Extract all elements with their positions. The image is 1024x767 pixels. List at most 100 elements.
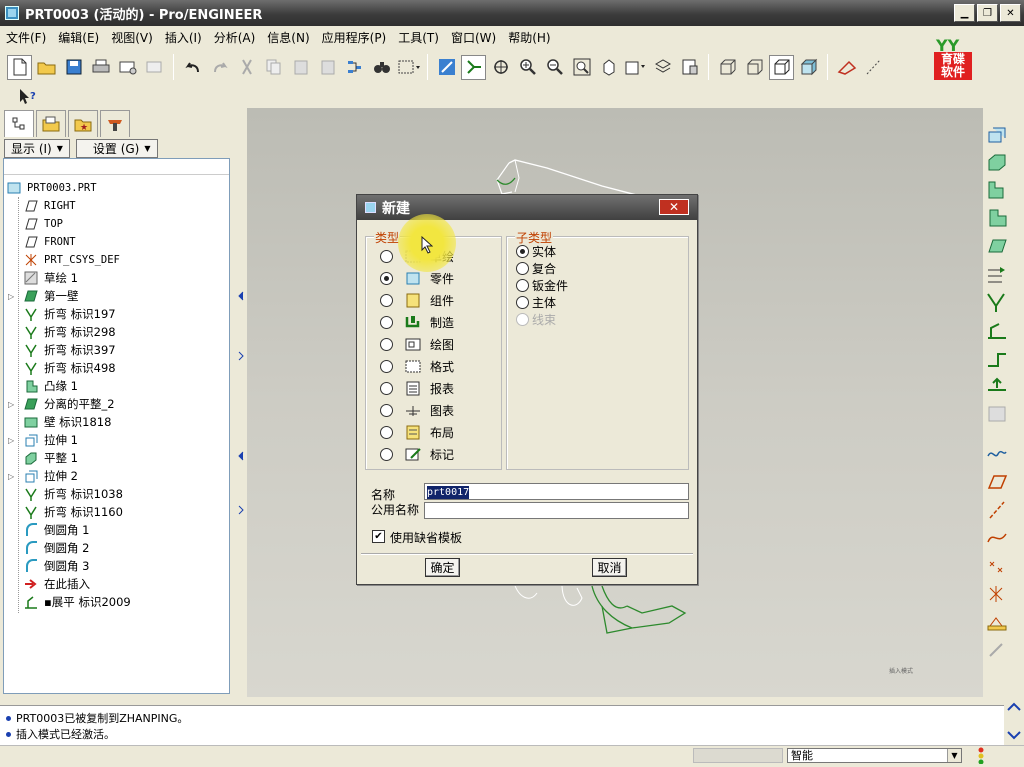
type-radio[interactable]: [380, 293, 393, 307]
type-radio[interactable]: [380, 271, 393, 285]
print-icon[interactable]: [88, 55, 113, 80]
subtype-option[interactable]: 实体: [516, 243, 556, 260]
expand-icon[interactable]: ▷: [8, 472, 14, 481]
close-button[interactable]: ✕: [1000, 4, 1021, 22]
bend-back-tool-icon[interactable]: [986, 348, 1010, 370]
name-field[interactable]: prt0017: [424, 483, 689, 500]
tree-item[interactable]: FRONT: [4, 233, 229, 251]
type-radio[interactable]: [380, 403, 393, 417]
expand-icon[interactable]: ▷: [8, 400, 14, 409]
message-scrollbar[interactable]: [1004, 700, 1024, 745]
menu-analysis[interactable]: 分析(A): [208, 29, 262, 46]
flange-tool-icon[interactable]: [986, 208, 1010, 230]
zoom-out-icon[interactable]: [542, 55, 567, 80]
sketch-toggle-icon[interactable]: [434, 55, 459, 80]
refit-icon[interactable]: [569, 55, 594, 80]
sketched-curve-icon[interactable]: [986, 444, 1010, 466]
tree-root-item[interactable]: PRT0003.PRT: [4, 179, 229, 197]
tree-item[interactable]: 草绘 1: [4, 269, 229, 287]
datum-point-icon[interactable]: [986, 556, 1010, 578]
open-folder-icon[interactable]: [34, 55, 59, 80]
tree-item[interactable]: ▷ 分离的平整_2: [4, 395, 229, 413]
tree-item[interactable]: ▷ 第一壁: [4, 287, 229, 305]
minimize-button[interactable]: ▁: [954, 4, 975, 22]
menu-applications[interactable]: 应用程序(P): [316, 29, 393, 46]
dialog-title-bar[interactable]: 新建 ✕: [357, 195, 697, 220]
menu-help[interactable]: 帮助(H): [502, 29, 556, 46]
favorites-tab[interactable]: ★: [68, 110, 98, 137]
type-option[interactable]: 标记: [380, 443, 454, 465]
subtype-radio[interactable]: [516, 245, 529, 258]
menu-info[interactable]: 信息(N): [261, 29, 315, 46]
unbend-tool-icon[interactable]: [986, 320, 1010, 342]
menu-insert[interactable]: 插入(I): [159, 29, 208, 46]
tree-item[interactable]: 折弯 标识1038: [4, 485, 229, 503]
show-dropdown[interactable]: 显示 (I) ▼: [4, 139, 70, 158]
expand-icon[interactable]: ▷: [8, 436, 14, 445]
use-default-template-checkbox[interactable]: ✔: [372, 530, 385, 543]
tree-item[interactable]: 折弯 标识498: [4, 359, 229, 377]
context-help-icon[interactable]: ?: [15, 84, 40, 109]
expand-icon[interactable]: ▷: [8, 292, 14, 301]
menu-window[interactable]: 窗口(W): [445, 29, 502, 46]
tree-item[interactable]: TOP: [4, 215, 229, 233]
tree-item[interactable]: 壁 标识1818: [4, 413, 229, 431]
tree-item[interactable]: ▪展平 标识2009: [4, 593, 229, 611]
tree-filter-field[interactable]: [4, 159, 229, 175]
ok-button[interactable]: 确定: [425, 558, 460, 577]
selection-filter-dropdown[interactable]: 智能 ▼: [787, 748, 962, 763]
type-radio[interactable]: [380, 249, 393, 263]
model-tree[interactable]: PRT0003.PRT RIGHT TOP FRONT PRT_CSYS_DEF 草绘 1…: [3, 158, 230, 694]
tree-item[interactable]: 倒圆角 2: [4, 539, 229, 557]
coordinate-system-icon[interactable]: [986, 584, 1010, 606]
settings-dropdown[interactable]: 设置 (G) ▼: [75, 139, 158, 158]
common-name-field[interactable]: [424, 502, 689, 519]
shading-icon[interactable]: [796, 55, 821, 80]
datum-curve-icon[interactable]: [986, 528, 1010, 550]
subtype-option[interactable]: 主体: [516, 294, 556, 311]
model-tree-tab[interactable]: [4, 110, 34, 137]
type-radio[interactable]: [380, 425, 393, 439]
type-radio[interactable]: [380, 447, 393, 461]
type-option[interactable]: 组件: [380, 289, 454, 311]
connections-tab[interactable]: [100, 110, 130, 137]
hole-tool-icon[interactable]: [986, 124, 1010, 146]
sash-handle[interactable]: [237, 248, 245, 548]
view-manager-icon[interactable]: [677, 55, 702, 80]
tree-item[interactable]: 凸缘 1: [4, 377, 229, 395]
rib-tool-icon[interactable]: [986, 180, 1010, 202]
find-icon[interactable]: [369, 55, 394, 80]
tree-item[interactable]: ▷ 拉伸 1: [4, 431, 229, 449]
bend-tool-icon[interactable]: [986, 292, 1010, 314]
tree-item[interactable]: 倒圆角 1: [4, 521, 229, 539]
undo-icon[interactable]: [180, 55, 205, 80]
subtype-option[interactable]: 复合: [516, 260, 556, 277]
type-option[interactable]: 报表: [380, 377, 454, 399]
regenerate-icon[interactable]: [342, 55, 367, 80]
type-option[interactable]: 绘图: [380, 333, 454, 355]
tree-item[interactable]: 在此插入: [4, 575, 229, 593]
subtype-option[interactable]: 钣金件: [516, 277, 568, 294]
tree-item[interactable]: 折弯 标识397: [4, 341, 229, 359]
new-file-icon[interactable]: [7, 54, 32, 80]
select-box-icon[interactable]: [396, 55, 421, 80]
datum-plane-icon[interactable]: [986, 472, 1010, 494]
subtype-radio[interactable]: [516, 262, 529, 275]
datum-axis-toggle-icon[interactable]: [461, 54, 486, 80]
layers-icon[interactable]: [650, 55, 675, 80]
type-radio[interactable]: [380, 315, 393, 329]
shell-tool-icon[interactable]: [986, 152, 1010, 174]
type-radio[interactable]: [380, 381, 393, 395]
spin-center-icon[interactable]: [834, 55, 859, 80]
menu-view[interactable]: 视图(V): [105, 29, 159, 46]
datum-axis-icon[interactable]: [986, 500, 1010, 522]
datum-point-toggle-icon[interactable]: [488, 55, 513, 80]
subtype-radio[interactable]: [516, 279, 529, 292]
folder-browser-tab[interactable]: [36, 110, 66, 137]
tree-item[interactable]: 折弯 标识298: [4, 323, 229, 341]
tree-item[interactable]: 折弯 标识197: [4, 305, 229, 323]
type-option[interactable]: 布局: [380, 421, 454, 443]
flat-wall-tool-icon[interactable]: [986, 236, 1018, 258]
type-radio[interactable]: [380, 359, 393, 373]
tree-item[interactable]: PRT_CSYS_DEF: [4, 251, 229, 269]
